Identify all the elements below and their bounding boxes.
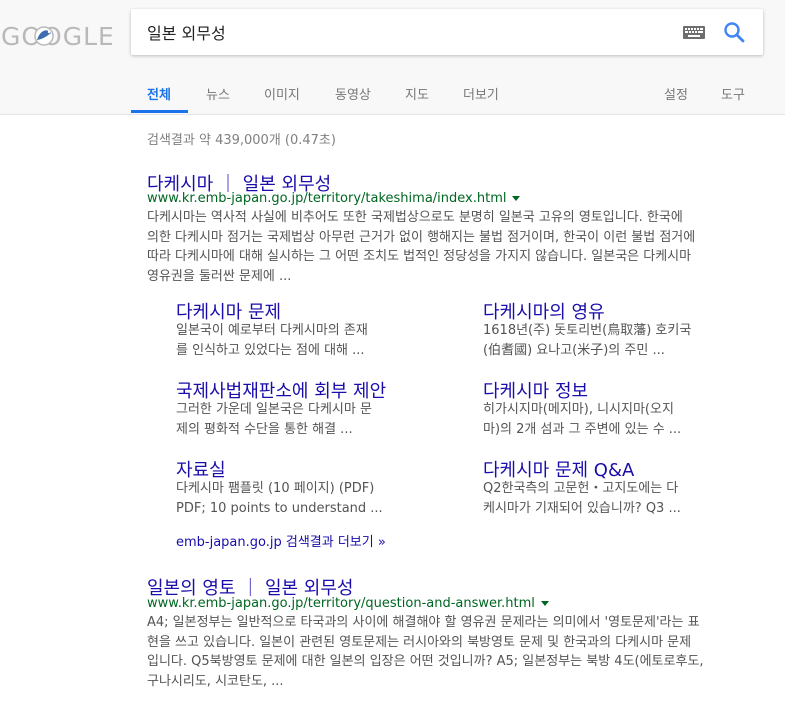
snippet-line: A4; 일본정부는 일반적으로 타국과의 사이에 해결해야 할 영유권 문제라는… <box>147 615 700 630</box>
sitelink-desc-line: PDF; 10 points to understand ... <box>176 500 383 516</box>
result-stats: 검색결과 약 439,000개 (0.47초) <box>147 133 336 148</box>
tab-tools[interactable]: 도구 <box>721 84 745 103</box>
sitelink-desc: 그러한 가운데 일본국은 다케시마 문 제의 평화적 수단을 통한 해결 ... <box>176 400 406 439</box>
sitelink-desc-line: 1618년(주) 돗토리번(鳥取藩) 호키국 <box>483 323 692 338</box>
sitelink-desc-line: 마)의 2개 섬과 그 주변에 있는 수 ... <box>483 421 682 437</box>
snippet-line: 입니다. Q5북방영토 문제에 대한 일본의 입장은 어떤 것입니까? A5; … <box>147 654 704 669</box>
header: GOOGLE 전체 뉴스 이미지 동영상 지도 더보기 설정 도구 <box>0 0 785 115</box>
snippet-line: 의한 다케시마 점거는 국제법상 아무런 근거가 없이 행해지는 불법 점거이며… <box>147 229 696 245</box>
sitelink-desc-line: 케시마가 기재되어 있습니까? Q3 ... <box>483 500 681 516</box>
google-doodle-logo[interactable]: GOOGLE <box>0 12 112 58</box>
sitelink-desc-line: (伯耆國) 요나고(米子)의 주민 ... <box>483 342 665 358</box>
search-tabs: 전체 뉴스 이미지 동영상 지도 더보기 설정 도구 <box>131 70 785 114</box>
result-url: www.kr.emb-japan.go.jp/territory/takeshi… <box>147 191 521 206</box>
snippet-line: 영유권을 둘러싼 문제에 ... <box>147 268 292 284</box>
url-menu-caret-icon[interactable] <box>540 601 549 606</box>
more-results-link[interactable]: emb-japan.go.jp 검색결과 더보기 » <box>176 531 386 550</box>
result-snippet: 다케시마는 역사적 사실에 비추어도 또한 국제법상으로도 분명히 일본국 고유… <box>147 208 747 286</box>
result-url-text: www.kr.emb-japan.go.jp/territory/takeshi… <box>147 191 507 206</box>
result-url-text: www.kr.emb-japan.go.jp/territory/questio… <box>147 596 535 611</box>
active-tab-indicator <box>131 110 188 113</box>
snippet-line: 구나시리도, 시코탄도, ... <box>147 673 284 689</box>
sitelink-desc: Q2한국측의 고문헌・고지도에는 다 케시마가 기재되어 있습니까? Q3 ..… <box>483 479 713 518</box>
sitelink-desc-line: 히가시지마(메지마), 니시지마(오지 <box>483 402 674 417</box>
tab-more[interactable]: 더보기 <box>463 84 499 103</box>
search-box <box>131 9 763 55</box>
sitelink-desc-line: 그러한 가운데 일본국은 다케시마 문 <box>176 402 372 417</box>
sitelink-desc: 히가시지마(메지마), 니시지마(오지 마)의 2개 섬과 그 주변에 있는 수… <box>483 400 713 439</box>
tab-maps[interactable]: 지도 <box>405 84 429 103</box>
result-snippet: A4; 일본정부는 일반적으로 타국과의 사이에 해결해야 할 영유권 문제라는… <box>147 613 747 691</box>
snippet-line: 다케시마는 역사적 사실에 비추어도 또한 국제법상으로도 분명히 일본국 고유… <box>147 210 683 225</box>
sitelink-desc: 다케시마 팸플릿 (10 페이지) (PDF) PDF; 10 points t… <box>176 479 406 518</box>
search-input[interactable] <box>147 9 667 55</box>
tab-all[interactable]: 전체 <box>147 84 171 103</box>
sitelink-desc-line: Q2한국측의 고문헌・고지도에는 다 <box>483 481 679 496</box>
sitelink-desc: 1618년(주) 돗토리번(鳥取藩) 호키국 (伯耆國) 요나고(米子)의 주민… <box>483 321 713 360</box>
tab-settings[interactable]: 설정 <box>664 84 688 103</box>
tab-images[interactable]: 이미지 <box>264 84 300 103</box>
sitelink-desc: 일본국이 예로부터 다케시마의 존재 를 인식하고 있었다는 점에 대해 ... <box>176 321 406 360</box>
tab-videos[interactable]: 동영상 <box>335 84 371 103</box>
keyboard-icon[interactable] <box>683 26 705 39</box>
sitelink-desc-line: 다케시마 팸플릿 (10 페이지) (PDF) <box>176 481 375 496</box>
sitelink-desc-line: 를 인식하고 있었다는 점에 대해 ... <box>176 342 365 358</box>
snippet-line: 현을 쓰고 있습니다. 일본이 관련된 영토문제는 러시아와의 북방영토 문제 … <box>147 634 692 650</box>
result-url: www.kr.emb-japan.go.jp/territory/questio… <box>147 596 549 611</box>
sitelink-desc-line: 일본국이 예로부터 다케시마의 존재 <box>176 323 368 338</box>
tab-news[interactable]: 뉴스 <box>206 84 230 103</box>
snippet-line: 따라 다케시마에 대해 실시하는 그 어떤 조치도 법적인 정당성을 가지지 않… <box>147 249 692 264</box>
sitelink-desc-line: 제의 평화적 수단을 통한 해결 ... <box>176 421 353 437</box>
logo-text: GOOGLE <box>1 22 112 51</box>
url-menu-caret-icon[interactable] <box>512 196 521 201</box>
search-icon[interactable] <box>723 21 745 43</box>
